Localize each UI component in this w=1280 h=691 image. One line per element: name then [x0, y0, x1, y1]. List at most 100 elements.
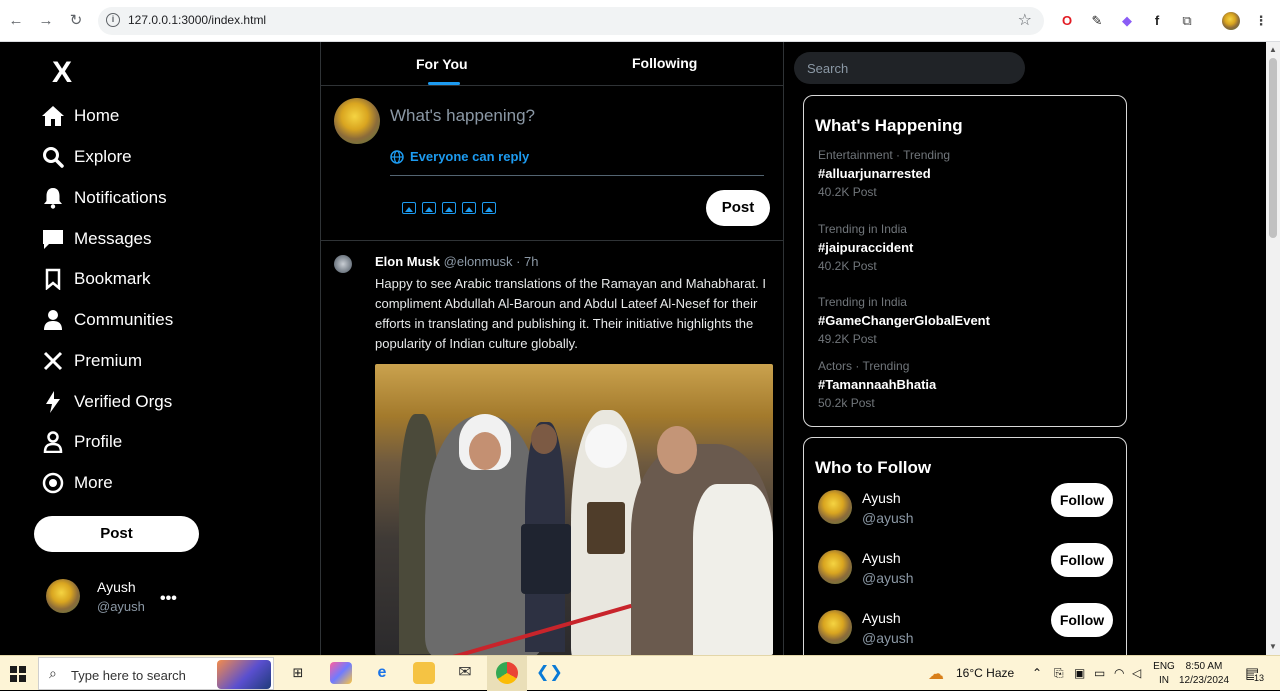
trend-count: 40.2K Post — [818, 185, 877, 199]
sidebar-item-bookmark[interactable]: Bookmark — [40, 264, 151, 294]
sidebar-item-label: Bookmark — [74, 269, 151, 288]
trend-tag: #TamannaahBhatia — [818, 377, 937, 392]
address-bar[interactable]: i 127.0.0.1:3000/index.html ☆ — [98, 7, 1044, 35]
avatar[interactable] — [334, 255, 352, 273]
copilot-icon[interactable] — [330, 662, 352, 684]
image-icon[interactable] — [402, 202, 416, 214]
tweet-author-name[interactable]: Elon Musk — [375, 254, 440, 269]
more-dots-icon[interactable]: ••• — [160, 590, 177, 608]
sidebar-item-home[interactable]: Home — [40, 101, 119, 131]
scroll-up-icon[interactable]: ▲ — [1269, 45, 1277, 54]
suggestion-handle: @ayush — [862, 510, 914, 526]
weather-text[interactable]: 16°C Haze — [956, 666, 1014, 680]
account-name: Ayush — [97, 579, 136, 595]
mail-icon[interactable]: ✉ — [454, 662, 476, 684]
sidebar-item-premium[interactable]: Premium — [40, 346, 142, 376]
volume-icon[interactable]: ◁ — [1132, 666, 1141, 680]
language-indicator[interactable]: ENG IN — [1152, 660, 1176, 688]
avatar[interactable] — [818, 550, 852, 584]
clock[interactable]: 8:50 AM 12/23/2024 — [1176, 660, 1232, 688]
trend-meta: Trending in India — [818, 222, 907, 236]
page-scrollbar[interactable]: ▲ ▼ — [1266, 42, 1280, 655]
follow-button[interactable]: Follow — [1051, 543, 1113, 577]
taskbar-search-input[interactable]: ⌕ Type here to search — [38, 657, 274, 690]
reply-setting-label: Everyone can reply — [410, 149, 530, 164]
sidebar-item-explore[interactable]: Explore — [40, 142, 132, 172]
scroll-down-icon[interactable]: ▼ — [1269, 642, 1277, 651]
sidebar-item-label: Premium — [74, 351, 143, 370]
compose-input[interactable]: What's happening? — [390, 106, 535, 126]
wifi-icon[interactable]: ◠ — [1114, 666, 1124, 680]
suggestion-name[interactable]: Ayush — [862, 610, 901, 626]
tweet[interactable]: Elon Musk @elonmusk · 7h Happy to see Ar… — [321, 242, 783, 655]
sidebar-item-communities[interactable]: Communities — [40, 305, 173, 335]
search-placeholder: Search — [807, 61, 849, 76]
sidebar-post-button[interactable]: Post — [34, 516, 199, 552]
trend-item[interactable]: Trending in India #GameChangerGlobalEven… — [818, 295, 1118, 346]
suggestion-name[interactable]: Ayush — [862, 490, 901, 506]
trend-item[interactable]: Entertainment · Trending #alluarjunarres… — [818, 148, 1118, 199]
account-switcher[interactable]: Ayush @ayush ••• — [46, 577, 196, 617]
meet-icon[interactable]: ⎘ — [1054, 666, 1064, 681]
follow-button[interactable]: Follow — [1051, 483, 1113, 517]
trend-count: 40.2K Post — [818, 259, 877, 273]
follow-suggestion: Ayush @ayush Follow — [818, 483, 1118, 534]
tab-for-you[interactable]: For You — [416, 56, 468, 72]
image-icon[interactable] — [422, 202, 436, 214]
avatar — [334, 98, 380, 144]
font-extension-icon[interactable]: f — [1148, 12, 1166, 30]
browser-toolbar: ← → ↻ i 127.0.0.1:3000/index.html ☆ O ✎ … — [0, 0, 1280, 42]
opera-icon[interactable]: O — [1058, 12, 1076, 30]
scrollbar-thumb[interactable] — [1269, 58, 1277, 238]
sidebar-item-verified-orgs[interactable]: Verified Orgs — [40, 387, 172, 417]
site-info-icon[interactable]: i — [106, 13, 120, 27]
pen-extension-icon[interactable]: ✎ — [1088, 12, 1106, 30]
task-view-icon[interactable]: ⊞ — [287, 662, 309, 684]
sidebar-item-messages[interactable]: Messages — [40, 224, 151, 254]
purple-extension-icon[interactable]: ◆ — [1118, 12, 1136, 30]
message-icon — [40, 226, 66, 252]
tray-app-icon[interactable]: ▣ — [1074, 666, 1085, 680]
edge-icon[interactable]: e — [371, 662, 393, 684]
extensions-icon[interactable]: ⧉ — [1178, 12, 1196, 30]
globe-icon — [390, 149, 404, 164]
tray-chevron-icon[interactable]: ⌃ — [1032, 666, 1042, 680]
image-icon[interactable] — [462, 202, 476, 214]
reload-icon[interactable]: ↻ — [66, 11, 86, 31]
image-icon[interactable] — [442, 202, 456, 214]
sidebar-item-more[interactable]: More — [40, 468, 113, 498]
composer-divider — [390, 175, 764, 176]
x-logo[interactable]: X — [52, 56, 72, 90]
media-toolbar — [402, 202, 496, 214]
trend-meta: Trending in India — [818, 295, 907, 309]
battery-icon[interactable]: ▭ — [1094, 666, 1105, 680]
sidebar-item-notifications[interactable]: Notifications — [40, 183, 167, 213]
reply-setting-button[interactable]: Everyone can reply — [390, 149, 529, 164]
bookmark-star-icon[interactable]: ☆ — [1018, 10, 1032, 30]
tab-following[interactable]: Following — [632, 55, 697, 71]
file-explorer-icon[interactable] — [413, 662, 435, 684]
trend-item[interactable]: Trending in India #jaipuraccident 40.2K … — [818, 222, 1118, 273]
sidebar-item-label: More — [74, 473, 113, 492]
image-icon[interactable] — [482, 202, 496, 214]
windows-start-icon[interactable] — [10, 666, 26, 682]
back-icon[interactable]: ← — [6, 11, 26, 31]
profile-avatar-icon[interactable] — [1222, 12, 1240, 30]
tweet-photo[interactable] — [375, 364, 773, 655]
suggestion-name[interactable]: Ayush — [862, 550, 901, 566]
composer-post-button[interactable]: Post — [706, 190, 770, 226]
taskbar-search-placeholder: Type here to search — [71, 668, 186, 683]
avatar[interactable] — [818, 610, 852, 644]
sidebar-item-label: Explore — [74, 147, 132, 166]
clock-date: 12/23/2024 — [1178, 675, 1230, 686]
forward-icon[interactable]: → — [36, 11, 56, 31]
sidebar-item-profile[interactable]: Profile — [40, 427, 122, 457]
follow-button[interactable]: Follow — [1051, 603, 1113, 637]
trend-item[interactable]: Actors · Trending #TamannaahBhatia 50.2k… — [818, 359, 1118, 410]
chrome-icon[interactable] — [496, 662, 518, 684]
more-circle-icon — [40, 470, 66, 496]
avatar[interactable] — [818, 490, 852, 524]
vscode-icon[interactable]: ❮❯ — [536, 662, 563, 684]
menu-dots-icon[interactable]: ⋮ — [1252, 12, 1270, 30]
search-input[interactable]: Search — [794, 52, 1025, 84]
